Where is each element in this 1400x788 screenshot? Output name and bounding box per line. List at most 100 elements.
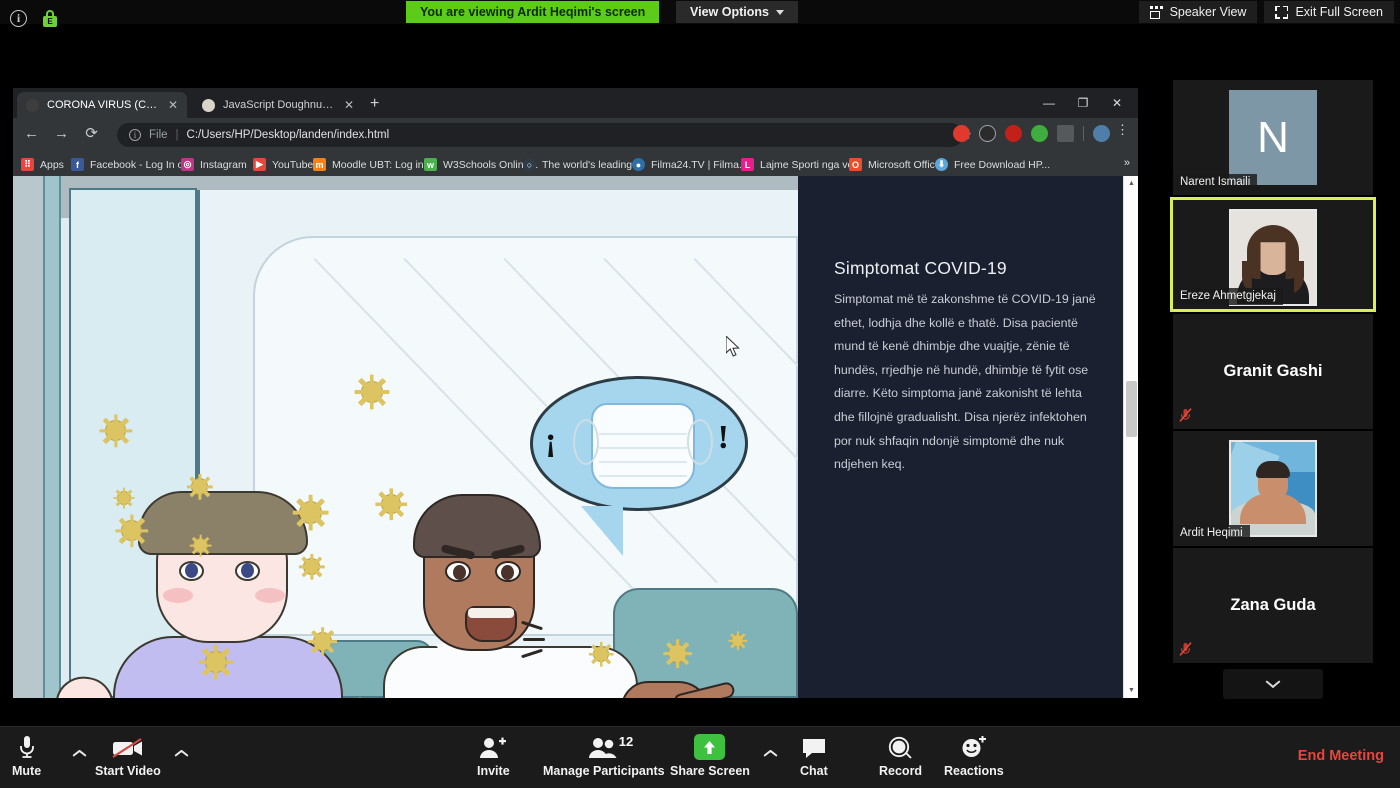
participant-tile-ereze-ahmetgjekaj[interactable]: Ereze Ahmetgjekaj bbox=[1170, 197, 1376, 312]
browser-tab-js-doughnut-charts[interactable]: JavaScript Doughnut Charts & G ✕ bbox=[193, 92, 363, 118]
bookmark-w3schools[interactable]: w W3Schools Online... bbox=[424, 156, 538, 173]
bookmarks-overflow-button[interactable]: » bbox=[1124, 157, 1130, 169]
bookmark-moodle-ubt[interactable]: m Moodle UBT: Log in... bbox=[313, 156, 432, 173]
participant-tile-granit-gashi[interactable]: Granit Gashi bbox=[1173, 314, 1373, 429]
start-video-label: Start Video bbox=[95, 764, 161, 778]
page-heading: Simptomat COVID-19 bbox=[834, 258, 1007, 278]
adblock-plus-extension-icon[interactable] bbox=[1005, 125, 1022, 142]
scrollbar-thumb[interactable] bbox=[1126, 381, 1137, 437]
browser-tab-label: CORONA VIRUS (COVID-19) bbox=[47, 99, 158, 111]
record-icon bbox=[887, 734, 915, 760]
browser-omnibox-row: ← → ⟳ ⌂ i File | C:/Users/HP/Desktop/lan… bbox=[13, 118, 1138, 152]
bookmark-worlds-leading[interactable]: ○ The world's leading... bbox=[523, 156, 641, 173]
bookmark-label: Instagram bbox=[200, 158, 247, 171]
instagram-icon: ◎ bbox=[181, 158, 194, 171]
reactions-smiley-icon bbox=[960, 734, 988, 760]
participant-name: Ereze Ahmetgjekaj bbox=[1173, 288, 1283, 305]
speaker-view-icon bbox=[1149, 5, 1163, 19]
tab-favicon bbox=[26, 98, 39, 112]
bookmark-free-download-hp[interactable]: ⬇ Free Download HP... bbox=[935, 156, 1050, 173]
bus-pole bbox=[43, 176, 61, 698]
bookmark-microsoft-office[interactable]: O Microsoft Office bbox=[849, 156, 941, 173]
end-meeting-button[interactable]: End Meeting bbox=[1298, 748, 1384, 764]
bookmark-facebook[interactable]: f Facebook - Log In o... bbox=[71, 156, 192, 173]
minimize-button[interactable]: — bbox=[1032, 90, 1066, 116]
bus-side-panel bbox=[13, 176, 43, 698]
scroll-down-arrow[interactable]: ▼ bbox=[1124, 683, 1138, 698]
encryption-lock-icon[interactable]: E bbox=[43, 10, 57, 27]
new-tab-button[interactable]: + bbox=[370, 96, 379, 112]
muted-microphone-icon bbox=[1179, 642, 1192, 656]
tab-favicon bbox=[202, 98, 215, 112]
globe-icon: ○ bbox=[523, 158, 536, 171]
info-icon[interactable]: i bbox=[10, 10, 27, 27]
virus-particle bbox=[205, 651, 227, 673]
maximize-button[interactable]: ❐ bbox=[1066, 90, 1100, 116]
browser-tab-corona-virus[interactable]: CORONA VIRUS (COVID-19) ✕ bbox=[17, 92, 187, 118]
person-1-hair bbox=[138, 491, 308, 555]
page-paragraph: Simptomat më të zakonshme të COVID-19 ja… bbox=[834, 292, 1096, 472]
virus-particle bbox=[121, 520, 142, 541]
address-bar[interactable]: i File | C:/Users/HP/Desktop/landen/inde… bbox=[117, 123, 963, 147]
reload-button[interactable]: ⟳ bbox=[81, 124, 102, 142]
close-window-button[interactable]: ✕ bbox=[1100, 90, 1134, 116]
bookmark-filma24[interactable]: ● Filma24.TV | Filma... bbox=[632, 156, 748, 173]
share-options-caret-icon[interactable] bbox=[764, 755, 777, 762]
covid-illustration: ¡ ! bbox=[13, 176, 798, 698]
participants-scroll-down-button[interactable] bbox=[1223, 669, 1323, 699]
virus-particle bbox=[303, 558, 320, 575]
exit-full-screen-button[interactable]: Exit Full Screen bbox=[1264, 1, 1394, 23]
view-options-button[interactable]: View Options bbox=[676, 1, 798, 23]
back-button[interactable]: ← bbox=[21, 125, 42, 142]
participant-tile-ardit-heqimi[interactable]: Ardit Heqimi bbox=[1173, 431, 1373, 546]
reactions-label: Reactions bbox=[944, 764, 1004, 778]
bookmark-label: Moodle UBT: Log in... bbox=[332, 158, 433, 171]
audio-options-caret-icon[interactable] bbox=[73, 755, 86, 762]
reactions-button[interactable]: Reactions bbox=[944, 734, 1004, 778]
speech-bubble-mask: ¡ ! bbox=[530, 376, 748, 556]
bookmark-label: Facebook - Log In o... bbox=[90, 158, 193, 171]
chevron-down-icon bbox=[775, 9, 784, 15]
profile-avatar[interactable] bbox=[1093, 125, 1110, 142]
speaker-view-button[interactable]: Speaker View bbox=[1138, 1, 1258, 23]
tab-close-icon[interactable]: ✕ bbox=[344, 98, 354, 112]
mute-button[interactable]: Mute bbox=[12, 734, 41, 778]
participant-name: Ardit Heqimi bbox=[1173, 525, 1250, 542]
chat-button[interactable]: Chat bbox=[800, 734, 828, 778]
screen-recorder-extension-icon[interactable] bbox=[979, 125, 996, 142]
top-bar-left-icons: i E bbox=[10, 10, 57, 27]
bookmark-label: Lajme Sporti nga ve... bbox=[760, 158, 863, 171]
participant-name: Narent Ismaili bbox=[1173, 174, 1258, 191]
shared-browser-window: CORONA VIRUS (COVID-19) ✕ JavaScript Dou… bbox=[13, 88, 1138, 698]
bookmark-label: Filma24.TV | Filma... bbox=[651, 158, 748, 171]
start-video-button[interactable]: Start Video bbox=[95, 734, 161, 778]
muted-microphone-icon bbox=[1179, 408, 1192, 422]
forward-button[interactable]: → bbox=[51, 125, 72, 142]
participant-strip: N Narent Ismaili Ereze Ahmetgjekaj Grani… bbox=[1170, 80, 1376, 699]
page-info-icon[interactable]: i bbox=[129, 129, 141, 141]
record-button[interactable]: Record bbox=[879, 734, 922, 778]
participant-tile-narent-ismaili[interactable]: N Narent Ismaili bbox=[1173, 80, 1373, 195]
share-screen-button[interactable]: Share Screen bbox=[670, 734, 750, 778]
bookmark-youtube[interactable]: ▶ YouTube bbox=[253, 156, 313, 173]
browser-menu-icon[interactable]: ⋮ bbox=[1116, 123, 1129, 136]
manage-participants-button[interactable]: 12 Manage Participants bbox=[543, 734, 665, 778]
bookmark-instagram[interactable]: ◎ Instagram bbox=[181, 156, 247, 173]
invite-button[interactable]: Invite bbox=[477, 734, 510, 778]
virus-particle bbox=[191, 478, 208, 495]
tab-close-icon[interactable]: ✕ bbox=[168, 98, 178, 112]
page-scrollbar[interactable]: ▲ ▼ bbox=[1123, 176, 1138, 698]
video-off-icon bbox=[111, 734, 145, 760]
bookmark-apps[interactable]: ⠿ Apps bbox=[21, 156, 64, 173]
url-scheme-label: File bbox=[149, 129, 168, 141]
chat-label: Chat bbox=[800, 764, 828, 778]
wechat-extension-icon[interactable] bbox=[1031, 125, 1048, 142]
participant-count-badge: 12 bbox=[618, 734, 634, 749]
facebook-icon: f bbox=[71, 158, 84, 171]
scroll-up-arrow[interactable]: ▲ bbox=[1124, 176, 1138, 191]
bookmark-lajme-sporti[interactable]: L Lajme Sporti nga ve... bbox=[741, 156, 862, 173]
pdf-extension-icon[interactable] bbox=[1057, 125, 1074, 142]
participant-tile-zana-guda[interactable]: Zana Guda bbox=[1173, 548, 1373, 663]
honey-extension-icon[interactable] bbox=[953, 125, 970, 142]
video-options-caret-icon[interactable] bbox=[175, 755, 188, 762]
